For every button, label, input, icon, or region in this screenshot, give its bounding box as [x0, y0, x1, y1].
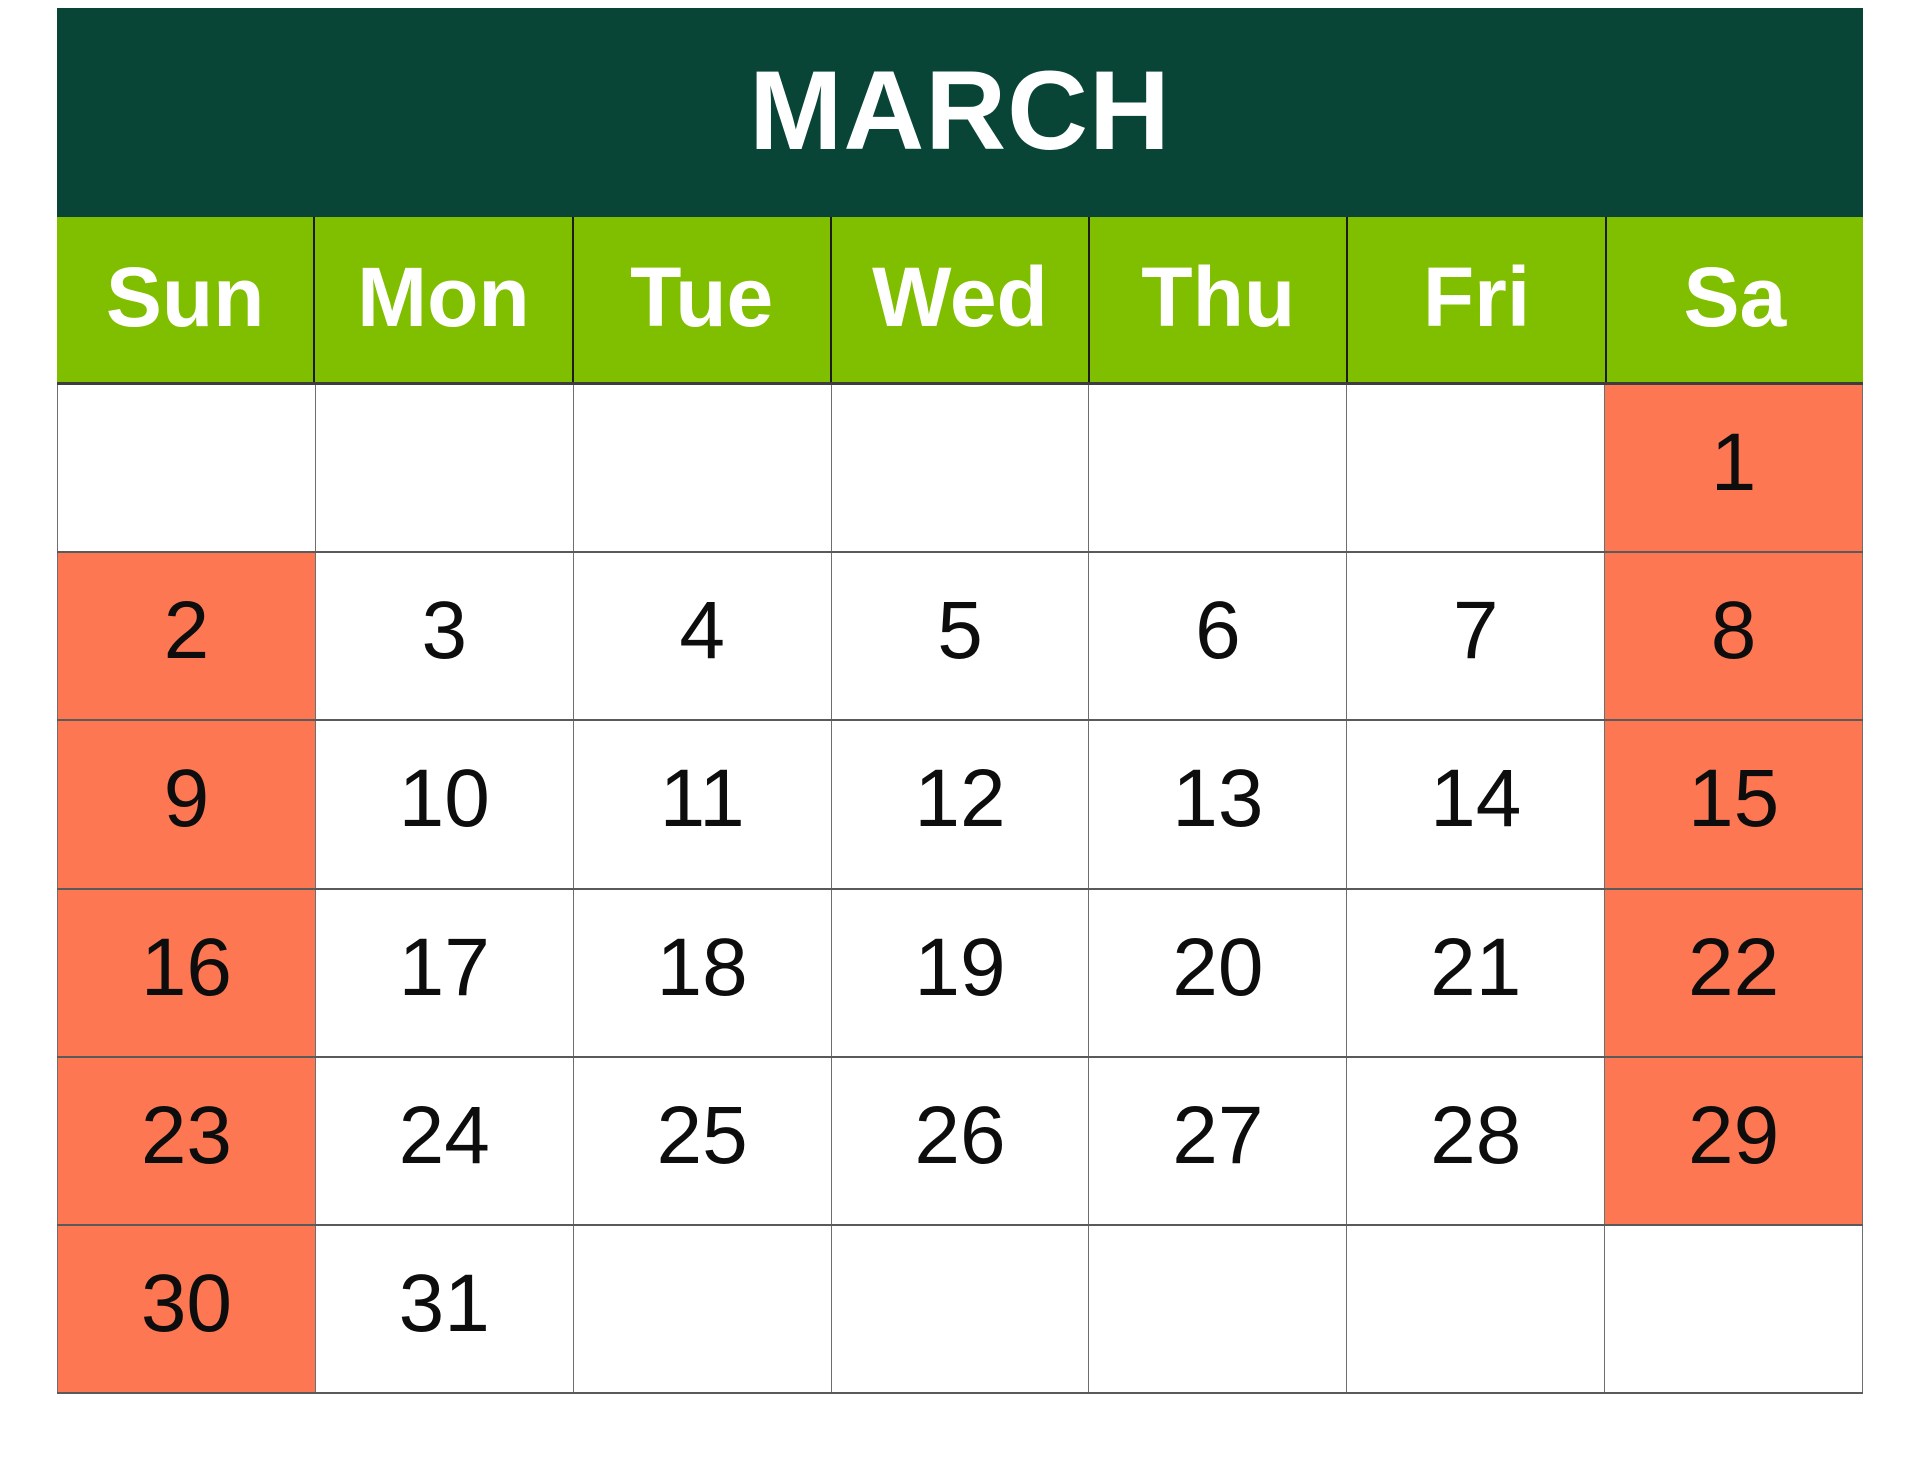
month-title-banner: MARCH: [57, 8, 1863, 217]
calendar: MARCH Sun Mon Tue Wed Thu Fri Sa 1 2 3 4…: [57, 8, 1864, 1395]
day-number: 23: [140, 1089, 233, 1181]
weekday-header-wed: Wed: [829, 217, 1089, 382]
month-title: MARCH: [749, 47, 1171, 173]
day-cell[interactable]: 20: [1088, 889, 1347, 1056]
calendar-week-row: 2 3 4 5 6 7 8: [57, 553, 1864, 722]
day-number: 19: [914, 921, 1006, 1013]
day-number: 10: [398, 753, 490, 845]
day-cell[interactable]: 5: [830, 553, 1089, 720]
day-cell[interactable]: 22: [1604, 889, 1864, 1056]
day-cell[interactable]: 9: [57, 721, 315, 888]
day-number: 8: [1710, 585, 1757, 677]
day-cell[interactable]: 29: [1604, 1057, 1864, 1224]
weekday-header-fri: Fri: [1346, 217, 1605, 382]
day-number: 24: [398, 1089, 490, 1181]
day-number: 4: [679, 585, 725, 677]
day-cell[interactable]: [314, 385, 573, 552]
weekday-header-mon: Mon: [313, 217, 572, 382]
day-cell[interactable]: [1346, 385, 1605, 552]
day-number: 1: [1710, 417, 1757, 509]
day-number: 14: [1430, 753, 1522, 845]
day-number: 22: [1687, 921, 1780, 1013]
day-cell[interactable]: 26: [830, 1057, 1089, 1224]
day-number: 13: [1172, 753, 1264, 845]
day-cell[interactable]: 21: [1346, 889, 1605, 1056]
day-cell[interactable]: [1088, 385, 1347, 552]
day-cell[interactable]: 24: [314, 1057, 573, 1224]
weekday-header-sun: Sun: [57, 217, 314, 382]
day-cell[interactable]: 27: [1088, 1057, 1347, 1224]
day-number: 21: [1430, 921, 1522, 1013]
day-cell[interactable]: 16: [57, 889, 315, 1056]
weekday-header-sat: Sa: [1604, 217, 1863, 382]
day-cell[interactable]: 8: [1604, 553, 1864, 720]
weekday-label: Fri: [1422, 249, 1531, 344]
day-cell[interactable]: 1: [1604, 385, 1864, 552]
day-cell[interactable]: 7: [1346, 553, 1605, 720]
day-cell[interactable]: 17: [314, 889, 573, 1056]
day-number: 28: [1430, 1089, 1522, 1181]
day-cell[interactable]: 4: [572, 553, 831, 720]
day-number: 15: [1687, 753, 1780, 845]
calendar-week-grid: 1 2 3 4 5 6 7 8 9 10 11 12 13 14 15 16 1…: [57, 382, 1864, 1395]
day-cell[interactable]: [572, 1225, 831, 1393]
day-number: 27: [1172, 1089, 1264, 1181]
weekday-label: Sun: [105, 249, 265, 344]
day-cell[interactable]: [1604, 1225, 1864, 1393]
day-number: 11: [659, 753, 745, 845]
calendar-week-row: 30 31: [57, 1225, 1864, 1395]
weekday-label: Thu: [1141, 249, 1296, 344]
weekday-header-thu: Thu: [1088, 217, 1347, 382]
day-cell[interactable]: 13: [1088, 721, 1347, 888]
day-number: 20: [1172, 921, 1264, 1013]
day-number: 5: [937, 585, 983, 677]
day-cell[interactable]: 2: [57, 553, 315, 720]
day-cell[interactable]: 10: [314, 721, 573, 888]
day-cell[interactable]: 3: [314, 553, 573, 720]
day-number: 31: [398, 1257, 490, 1349]
day-cell[interactable]: 25: [572, 1057, 831, 1224]
day-number: 2: [163, 585, 210, 677]
weekday-label: Sa: [1683, 249, 1787, 344]
weekday-label: Tue: [630, 249, 774, 344]
day-cell[interactable]: 23: [57, 1057, 315, 1224]
day-cell[interactable]: [830, 1225, 1089, 1393]
weekday-header-tue: Tue: [571, 217, 830, 382]
day-cell[interactable]: 11: [572, 721, 831, 888]
day-number: 18: [656, 921, 748, 1013]
day-number: 30: [140, 1257, 233, 1349]
day-cell[interactable]: 19: [830, 889, 1089, 1056]
day-number: 3: [421, 585, 468, 677]
day-number: 7: [1452, 585, 1499, 677]
day-cell[interactable]: 6: [1088, 553, 1347, 720]
day-cell[interactable]: [1088, 1225, 1347, 1393]
day-cell[interactable]: [57, 385, 315, 552]
day-number: 25: [656, 1089, 748, 1181]
calendar-week-row: 9 10 11 12 13 14 15: [57, 721, 1864, 890]
day-cell[interactable]: [830, 385, 1089, 552]
weekday-label: Wed: [872, 249, 1048, 344]
day-number: 16: [140, 921, 233, 1013]
calendar-week-row: 1: [57, 385, 1864, 554]
calendar-week-row: 23 24 25 26 27 28 29: [57, 1057, 1864, 1226]
day-cell[interactable]: [572, 385, 831, 552]
day-number: 12: [914, 753, 1006, 845]
day-number: 17: [398, 921, 490, 1013]
day-cell[interactable]: 14: [1346, 721, 1605, 888]
day-cell[interactable]: 31: [314, 1225, 573, 1393]
day-cell[interactable]: 12: [830, 721, 1089, 888]
day-number: 9: [163, 753, 210, 845]
day-number: 26: [914, 1089, 1006, 1181]
day-cell[interactable]: 30: [57, 1225, 315, 1393]
day-cell[interactable]: 15: [1604, 721, 1864, 888]
day-cell[interactable]: 28: [1346, 1057, 1605, 1224]
weekday-label: Mon: [357, 249, 530, 344]
weekday-header-row: Sun Mon Tue Wed Thu Fri Sa: [57, 217, 1863, 382]
day-cell[interactable]: 18: [572, 889, 831, 1056]
calendar-week-row: 16 17 18 19 20 21 22: [57, 889, 1864, 1058]
day-cell[interactable]: [1346, 1225, 1605, 1393]
day-number: 29: [1687, 1089, 1780, 1181]
day-number: 6: [1195, 585, 1241, 677]
